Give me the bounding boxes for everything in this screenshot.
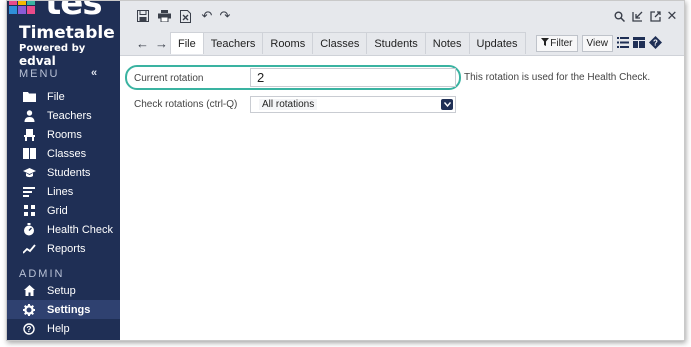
gear-icon <box>22 303 36 317</box>
filter-button[interactable]: Filter <box>536 35 578 52</box>
stopwatch-icon <box>22 223 36 237</box>
sidebar-item-label: Lines <box>47 185 74 198</box>
tab-students[interactable]: Students <box>366 32 426 54</box>
admin-section-label: ADMIN <box>19 268 65 280</box>
sidebar-item-label: Students <box>47 166 91 179</box>
sidebar-item-label: Setup <box>47 284 76 297</box>
history-nav: ← → <box>136 36 174 51</box>
collapse-sidebar-button[interactable]: « <box>91 67 97 79</box>
powered-by-text: Powered by <box>19 43 86 54</box>
sidebar-item-label: Reports <box>47 242 86 255</box>
grid-icon <box>22 204 36 218</box>
tab-bar: File Teachers Rooms Classes Students Not… <box>170 32 526 54</box>
sidebar-item-reports[interactable]: Reports <box>7 239 120 258</box>
view-tools: Filter View ? <box>536 35 662 52</box>
close-icon[interactable]: ✕ <box>665 8 679 23</box>
tes-logo-icon <box>9 1 35 14</box>
toolbar: ↶ ↷ ✕ ← → File Teachers Rooms Classes Stu… <box>120 1 684 56</box>
logo-text: tes <box>45 0 103 23</box>
list-view-icon[interactable] <box>617 36 629 51</box>
sidebar-item-file[interactable]: File <box>7 87 120 106</box>
search-icon[interactable] <box>612 9 626 23</box>
redo-icon[interactable]: ↷ <box>218 8 232 23</box>
current-rotation-label: Current rotation <box>134 73 204 84</box>
sidebar-item-label: Teachers <box>47 109 92 122</box>
tab-notes[interactable]: Notes <box>424 32 470 54</box>
sidebar-item-students[interactable]: Students <box>7 163 120 182</box>
view-label: View <box>586 38 609 49</box>
tab-updates[interactable]: Updates <box>468 32 526 54</box>
sidebar-item-label: Help <box>47 322 70 335</box>
current-rotation-help: This rotation is used for the Health Che… <box>464 72 651 83</box>
check-rotations-value: All rotations <box>259 99 318 110</box>
current-rotation-row: Current rotation <box>134 73 203 84</box>
funnel-icon <box>541 38 550 49</box>
sidebar-item-health-check[interactable]: Health Check <box>7 220 120 239</box>
menu-section-label: MENU <box>19 68 60 80</box>
tab-classes[interactable]: Classes <box>312 32 368 54</box>
app-subtitle: Powered by edval <box>19 43 120 68</box>
export-icon[interactable] <box>178 9 192 23</box>
chevron-down-icon <box>441 99 453 110</box>
sidebar-item-label: Settings <box>47 303 91 316</box>
sidebar-item-label: Rooms <box>47 128 82 141</box>
sidebar-item-label: Health Check <box>47 223 114 236</box>
current-rotation-input[interactable] <box>250 68 456 87</box>
undo-icon[interactable]: ↶ <box>200 8 214 23</box>
sidebar-item-label: Classes <box>47 147 87 160</box>
sidebar-item-rooms[interactable]: Rooms <box>7 125 120 144</box>
save-icon[interactable] <box>136 9 150 23</box>
graduation-cap-icon <box>22 166 36 180</box>
lines-icon <box>22 185 36 199</box>
sidebar-item-classes[interactable]: Classes <box>7 144 120 163</box>
tab-teachers[interactable]: Teachers <box>202 32 264 54</box>
popout-icon[interactable] <box>648 9 662 23</box>
tab-file[interactable]: File <box>170 32 204 54</box>
back-arrow-icon[interactable]: ← <box>136 36 149 51</box>
question-circle-icon: ? <box>22 322 36 336</box>
collapse-icon[interactable] <box>630 9 644 23</box>
edval-brand: edval <box>19 54 56 68</box>
svg-text:?: ? <box>653 38 658 47</box>
trend-icon <box>22 242 36 256</box>
view-button[interactable]: View <box>581 35 613 52</box>
chair-icon <box>22 128 36 142</box>
folder-icon <box>22 90 36 104</box>
sidebar-item-settings[interactable]: Settings <box>7 300 120 319</box>
sidebar-item-grid[interactable]: Grid <box>7 201 120 220</box>
print-icon[interactable] <box>157 9 171 23</box>
table-view-icon[interactable] <box>633 36 645 51</box>
sidebar-item-lines[interactable]: Lines <box>7 182 120 201</box>
home-icon <box>22 284 36 298</box>
app-window: tes Timetable Powered by edval MENU « Fi… <box>6 0 685 341</box>
sidebar-item-label: File <box>47 90 65 103</box>
app-title: Timetable <box>19 23 115 43</box>
check-rotations-label: Check rotations (ctrl-Q) <box>134 99 238 110</box>
sidebar-item-help[interactable]: ? Help <box>7 319 120 338</box>
sidebar-item-label: Grid <box>47 204 68 217</box>
help-diamond-icon[interactable]: ? <box>649 35 662 52</box>
book-icon <box>22 147 36 161</box>
sidebar: tes Timetable Powered by edval MENU « Fi… <box>7 1 120 340</box>
main-panel: ↶ ↷ ✕ ← → File Teachers Rooms Classes Stu… <box>120 1 684 340</box>
forward-arrow-icon[interactable]: → <box>155 36 168 51</box>
filter-label: Filter <box>550 38 573 49</box>
svg-text:?: ? <box>27 325 32 334</box>
sidebar-item-setup[interactable]: Setup <box>7 281 120 300</box>
tab-rooms[interactable]: Rooms <box>262 32 314 54</box>
person-icon <box>22 109 36 123</box>
sidebar-item-teachers[interactable]: Teachers <box>7 106 120 125</box>
check-rotations-row: Check rotations (ctrl-Q) <box>134 99 237 110</box>
check-rotations-select[interactable]: All rotations <box>250 96 456 113</box>
